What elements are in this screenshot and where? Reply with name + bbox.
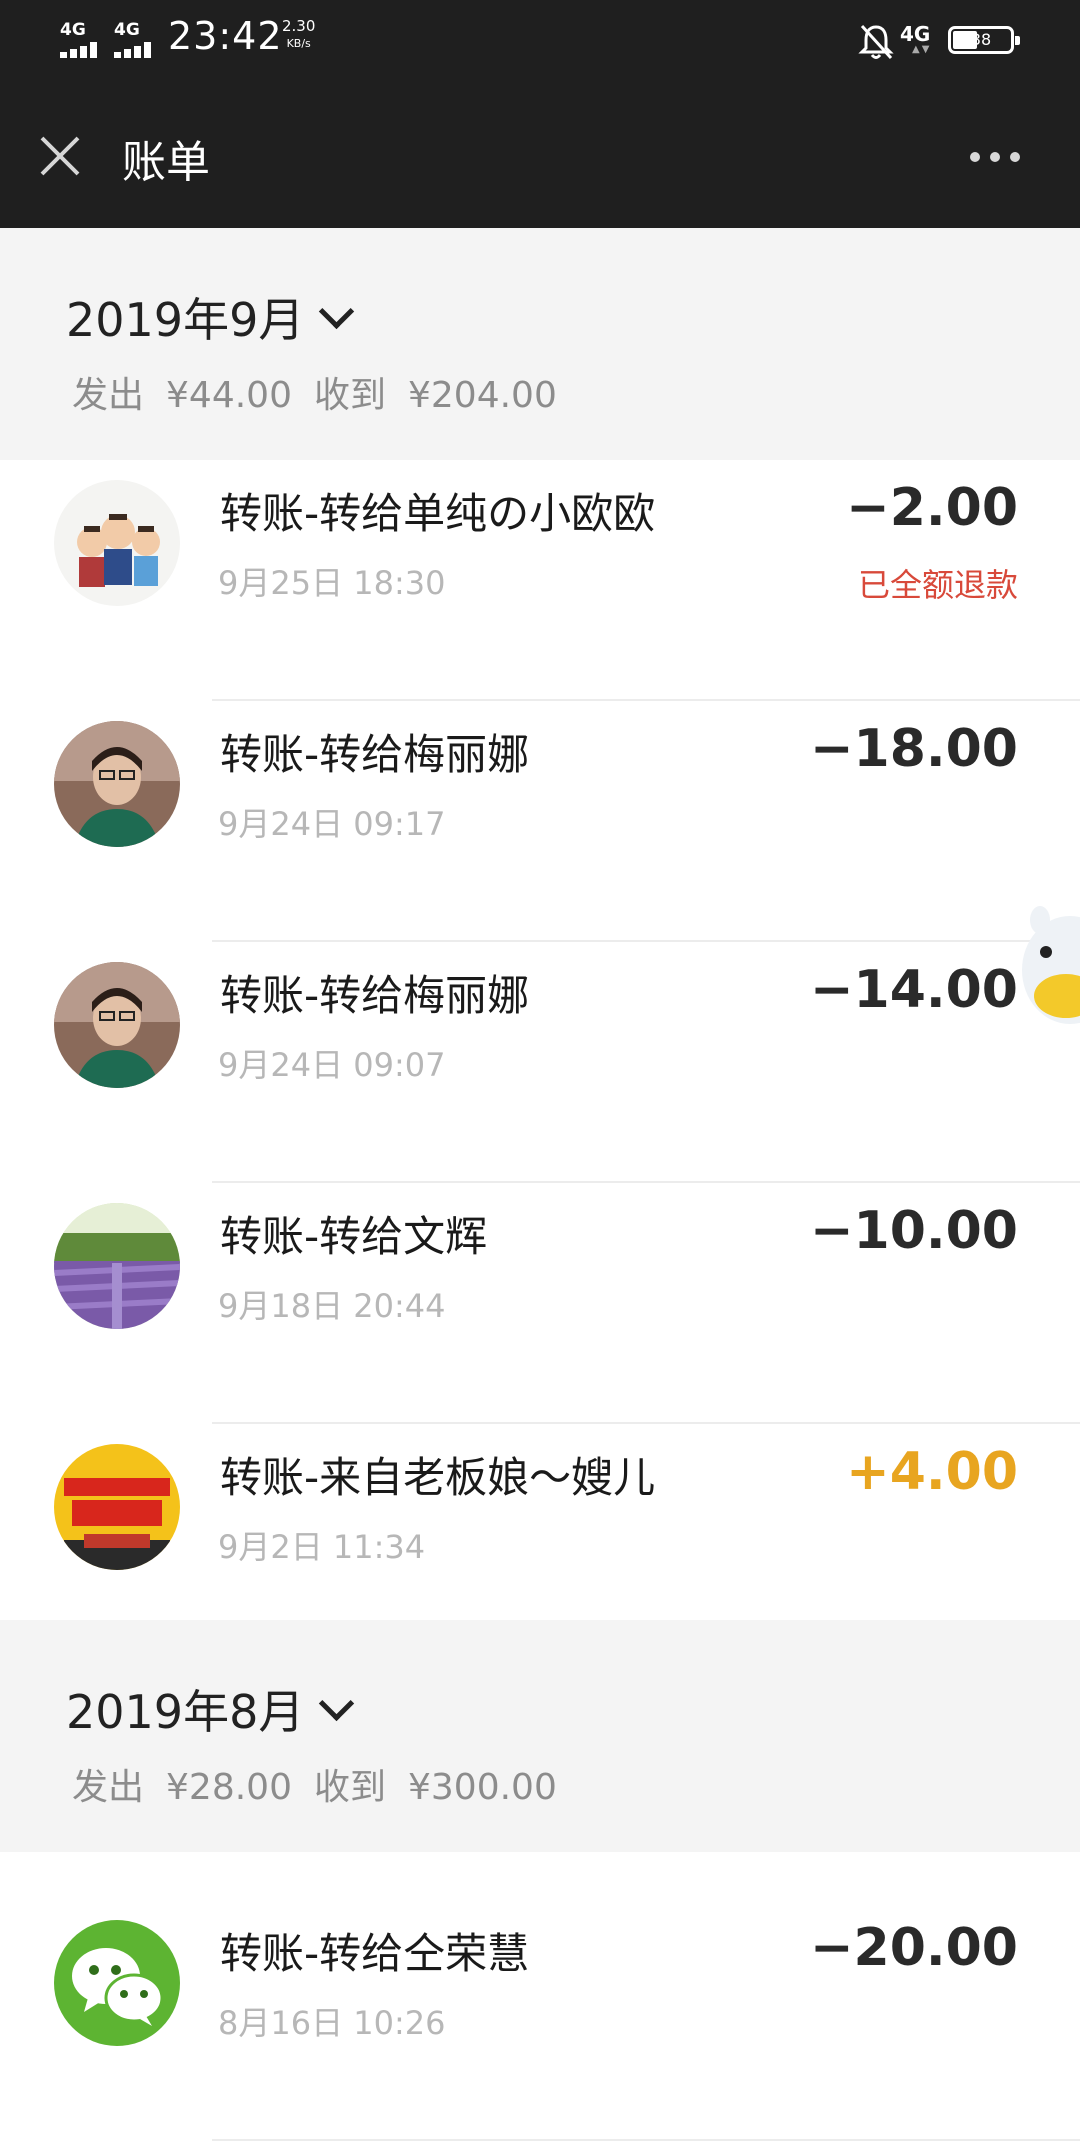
battery-level: 38 [970, 30, 992, 49]
network-speed-unit: KB/s [286, 37, 311, 50]
transaction-time: 9月18日 20:44 [218, 1287, 446, 1325]
network-speed: 2.30 KB/s [282, 18, 315, 52]
received-label: 收到 [313, 1767, 386, 1808]
transaction-amount: −2.00 [846, 478, 1018, 538]
bell-muted-icon [858, 24, 894, 60]
sent-amount: ¥28.00 [166, 1767, 292, 1808]
signal-2-label: 4G [114, 20, 140, 40]
transaction-time: 9月25日 18:30 [218, 564, 446, 602]
transaction-title: 转账-转给单纯の小欧欧 [220, 489, 656, 538]
transaction-time: 9月2日 11:34 [218, 1528, 426, 1566]
transaction-time: 9月24日 09:07 [218, 1046, 446, 1084]
close-icon [40, 136, 80, 176]
month-title: 2019年8月 [66, 1685, 305, 1739]
transaction-title: 转账-转给梅丽娜 [220, 971, 530, 1020]
signal-1-label: 4G [60, 20, 86, 40]
transaction-time: 8月16日 10:26 [218, 2004, 446, 2042]
list-item[interactable]: 转账-转给仝荣慧 8月16日 10:26 −20.00 [0, 1900, 1080, 2141]
network-type-label: 4G [900, 22, 931, 46]
list-item[interactable]: 转账-来自老板娘～嫂儿 9月2日 11:34 +4.00 [0, 1424, 1080, 1620]
month-header-2019-09: 2019年9月 发出 ¥44.00 收到 ¥204.00 [0, 228, 1080, 460]
data-arrows-icon: ▲▼ [912, 44, 932, 55]
transaction-title: 转账-转给文辉 [220, 1212, 488, 1261]
more-options-button[interactable] [960, 130, 1030, 182]
sent-amount: ¥44.00 [166, 375, 292, 416]
sent-label: 发出 [72, 1767, 145, 1808]
list-item[interactable]: 转账-转给文辉 9月18日 20:44 −10.00 [0, 1183, 1080, 1424]
chevron-down-icon [319, 1685, 355, 1722]
month-summary: 发出 ¥28.00 收到 ¥300.00 [72, 1758, 579, 1810]
title-bar: 账单 [0, 82, 1080, 228]
month-selector[interactable]: 2019年9月 [66, 284, 355, 350]
signal-bars-icon [60, 42, 106, 58]
transaction-title: 转账-转给梅丽娜 [220, 730, 530, 779]
status-time: 23:42 [168, 14, 283, 58]
transaction-title: 转账-来自老板娘～嫂儿 [220, 1453, 656, 1502]
list-item[interactable]: 转账-转给单纯の小欧欧 9月25日 18:30 −2.00 已全额退款 [0, 460, 1080, 701]
month-header-2019-08: 2019年8月 发出 ¥28.00 收到 ¥300.00 [0, 1620, 1080, 1852]
transaction-amount: −10.00 [809, 1201, 1018, 1261]
list-item[interactable]: 转账-转给梅丽娜 9月24日 09:17 −18.00 [0, 701, 1080, 942]
received-amount: ¥300.00 [408, 1767, 557, 1808]
woman-portrait-avatar [54, 721, 180, 847]
floating-mascot-icon[interactable] [1000, 900, 1080, 1030]
woman-portrait-avatar [54, 962, 180, 1088]
transaction-title: 转账-转给仝荣慧 [220, 1929, 530, 1978]
status-bar: 4G 4G 23:42 2.30 KB/s 4G ▲▼ 38 [0, 0, 1080, 82]
network-type: 4G ▲▼ [900, 22, 931, 55]
refund-status: 已全额退款 [857, 566, 1018, 604]
received-amount: ¥204.00 [408, 375, 557, 416]
battery-icon: 38 [948, 26, 1020, 54]
sent-label: 发出 [72, 375, 145, 416]
page-title: 账单 [122, 137, 210, 188]
received-label: 收到 [313, 375, 386, 416]
transaction-time: 9月24日 09:17 [218, 805, 446, 843]
transaction-amount: −18.00 [809, 719, 1018, 779]
cartoon-family-avatar [54, 480, 180, 606]
network-speed-value: 2.30 [282, 17, 316, 35]
group-buy-poster-avatar [54, 1444, 180, 1570]
wechat-logo-avatar [54, 1920, 180, 2046]
month-selector[interactable]: 2019年8月 [66, 1676, 355, 1742]
transaction-amount: −20.00 [809, 1918, 1018, 1978]
chevron-down-icon [319, 293, 355, 330]
transaction-amount: −14.00 [809, 960, 1018, 1020]
month-title: 2019年9月 [66, 293, 305, 347]
month-summary: 发出 ¥44.00 收到 ¥204.00 [72, 366, 579, 418]
transaction-amount: +4.00 [846, 1442, 1018, 1502]
close-button[interactable] [34, 130, 86, 182]
divider [212, 2139, 1080, 2141]
lavender-field-avatar [54, 1203, 180, 1329]
list-item[interactable]: 转账-转给梅丽娜 9月24日 09:07 −14.00 [0, 942, 1080, 1183]
signal-bars-icon [114, 42, 160, 58]
